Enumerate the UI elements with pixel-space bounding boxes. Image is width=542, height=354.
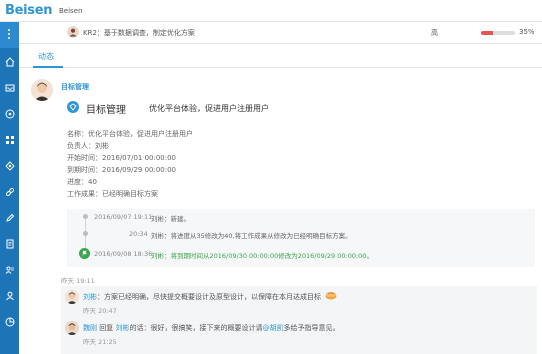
comment-text: 魏刚 回复 刘彬的话：很好，很搞笑，接下来的概要设计请@胡凯多给予指导意见。 (83, 324, 340, 332)
activity-feed: 目标管理 目标管理 优化平台体验，促进用户注册用户 名称：优化平台体验，促进用户… (19, 68, 542, 354)
post-author[interactable]: 目标管理 (61, 82, 89, 92)
top-bar: Beisen Beisen (0, 0, 542, 22)
edit-icon[interactable] (3, 211, 16, 224)
goal-card: 目标管理 优化平台体验，促进用户注册用户 名称：优化平台体验，促进用户注册用户 … (61, 94, 537, 274)
sidebar-menu-button[interactable] (0, 22, 19, 48)
comment-author[interactable]: 刘彬 (83, 293, 97, 301)
field-name: 名称：优化平台体验，促进用户注册用户 (67, 130, 193, 138)
kr-progress-bar (481, 31, 515, 35)
more-icon (8, 29, 10, 41)
home-icon[interactable] (3, 55, 16, 68)
user-icon[interactable] (3, 289, 16, 302)
field-start-time: 开始时间：2016/07/01 00:00:00 (67, 154, 177, 162)
grid-icon[interactable] (3, 133, 16, 146)
goal-title[interactable]: 优化平台体验，促进用户注册用户 (149, 103, 269, 114)
change-timeline: 2016/09/07 19:11 刘彬：新建。 20:34 刘彬：将进度从35修… (67, 209, 535, 267)
key-result-bar[interactable]: KR2：基于数据调查，制定优化方案 高 35% (19, 22, 542, 44)
kr-priority: 高 (431, 29, 438, 37)
team-icon[interactable] (3, 263, 16, 276)
tab-activity[interactable]: 动态 (38, 51, 54, 62)
compass-icon[interactable] (3, 107, 16, 120)
timeline-dot (83, 231, 88, 236)
timeline-timestamp: 2016/09/07 19:11 (94, 213, 153, 221)
goal-type: 目标管理 (86, 105, 126, 116)
comment-time: 昨天 20:47 (83, 307, 117, 315)
left-sidebar (0, 22, 19, 354)
brand-name: Beisen (59, 7, 83, 15)
pie-chart-icon[interactable] (3, 315, 16, 328)
timeline-entry: 刘彬：将进度从35修改为40,将工作成果从修改为已经明确目标方案。 (151, 232, 352, 240)
field-progress: 进度：40 (67, 178, 97, 186)
field-result: 工作成果：已经明确目标方案 (67, 190, 158, 198)
comment-author[interactable]: 魏刚 (83, 324, 97, 332)
document-icon[interactable] (3, 237, 16, 250)
field-owner: 负责人：刘彬 (67, 142, 109, 150)
field-due-time: 到期时间：2016/09/29 00:00:00 (67, 166, 177, 174)
inbox-icon[interactable] (3, 81, 16, 94)
kr-owner-icon (67, 26, 79, 40)
link-icon[interactable] (3, 185, 16, 198)
cake-icon (325, 290, 337, 302)
goal-badge-icon (67, 101, 79, 113)
post-time: 昨天 19:11 (61, 277, 95, 285)
timeline-entry: 刘彬：将到期时间从2016/09/30 00:00:00修改为2016/09/2… (151, 252, 373, 260)
timeline-timestamp: 20:34 (129, 230, 148, 238)
flag-icon (79, 248, 90, 259)
kr-percent: 35% (519, 28, 535, 36)
timeline-entry: 刘彬：新建。 (151, 215, 190, 223)
comment-text: 刘彬：方案已经明确，尽快提交概要设计及原型设计，以保障在本月达成目标 (83, 293, 321, 301)
commenter-avatar[interactable] (65, 290, 79, 304)
tab-bar: 动态 (19, 44, 542, 68)
timeline-dot (83, 214, 88, 219)
timeline-timestamp: 2016/09/08 18:36 (94, 250, 153, 258)
brand-logo[interactable]: Beisen (5, 3, 53, 18)
target-icon[interactable] (3, 159, 16, 172)
kr-label: KR2：基于数据调查，制定优化方案 (83, 29, 195, 37)
kr-progress-fill (481, 31, 493, 35)
comment-list: 刘彬：方案已经明确，尽快提交概要设计及原型设计，以保障在本月达成目标 昨天 20… (61, 286, 537, 354)
author-avatar[interactable] (31, 79, 53, 101)
commenter-avatar[interactable] (65, 321, 79, 335)
comment-time: 昨天 21:25 (83, 338, 117, 346)
